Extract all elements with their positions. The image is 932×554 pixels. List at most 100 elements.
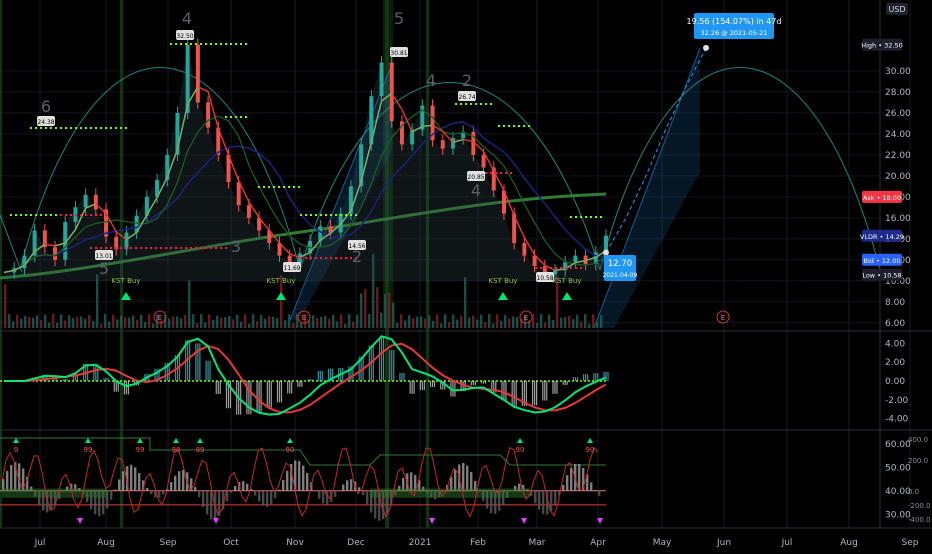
volume-bar <box>300 323 302 328</box>
volume-bar <box>240 322 242 328</box>
osc-histogram-bar <box>466 466 468 491</box>
macd-histogram-bar <box>207 361 208 381</box>
candle-body <box>573 256 577 262</box>
macd-histogram-bar <box>505 381 506 400</box>
osc-histogram-bar <box>590 482 592 490</box>
osc-histogram-bar <box>114 490 116 491</box>
macd-histogram-bar <box>287 381 288 393</box>
volume-bar <box>568 316 570 328</box>
candle-body <box>53 247 57 260</box>
osc-histogram-bar <box>174 476 176 491</box>
volume-bar <box>52 314 54 328</box>
volume-bar <box>28 317 30 328</box>
macd-histogram-bar <box>605 372 606 381</box>
macd-histogram-bar <box>481 381 482 384</box>
macd-histogram-bar <box>297 381 298 387</box>
volume-bar <box>72 318 74 328</box>
volume-bar <box>56 323 58 328</box>
osc-histogram-bar <box>410 472 412 490</box>
macd-histogram-bar <box>277 381 278 402</box>
macd-histogram-bar <box>218 381 219 394</box>
macd-y-tick: -2.00 <box>885 396 909 406</box>
macd-histogram-bar <box>195 343 196 381</box>
volume-bar <box>84 319 86 328</box>
osc-signal-label: 90 <box>516 446 525 454</box>
osc-histogram-bar <box>6 471 8 491</box>
chart-svg[interactable]: 999999099909090 JulAugSepOctNovDec2021Fe… <box>0 0 932 550</box>
x-tick-label: Feb <box>470 538 486 548</box>
macd-histogram-bar <box>473 381 474 385</box>
volume-bar <box>596 321 598 328</box>
chart-root[interactable]: 999999099909090 JulAugSepOctNovDec2021Fe… <box>0 0 932 550</box>
volume-bar <box>584 314 586 328</box>
osc-signal-label: 99 <box>136 446 145 454</box>
macd-histogram-bar <box>391 350 392 381</box>
candle-body <box>390 63 394 122</box>
volume-bar <box>20 319 22 328</box>
macd-histogram-bar <box>95 366 96 381</box>
volume-bar <box>424 319 426 328</box>
volume-bar <box>436 314 438 328</box>
volume-bar <box>340 314 342 328</box>
candle-body <box>441 140 445 148</box>
price-badge-text: VLDR • 14.29 <box>860 233 904 241</box>
macd-histogram-bar <box>587 374 588 381</box>
osc-histogram-bar <box>362 491 364 496</box>
macd-histogram-bar <box>267 381 268 408</box>
volume-bar <box>416 317 418 328</box>
candle-body <box>482 155 486 168</box>
volume-bar <box>268 316 270 328</box>
volume-bar <box>284 320 286 328</box>
volume-bar <box>192 314 194 328</box>
x-tick-label: Mar <box>529 538 546 548</box>
volume-bar <box>316 318 318 328</box>
osc-histogram-bar <box>230 491 232 493</box>
osc-histogram-bar <box>206 491 208 515</box>
volume-bar <box>324 316 326 328</box>
volume-bar <box>540 314 542 328</box>
osc-signal-label: 99 <box>196 446 205 454</box>
volume-bar <box>344 324 346 328</box>
volume-bar <box>588 324 590 328</box>
volume-bar <box>76 317 78 328</box>
volume-bar <box>276 318 278 328</box>
macd-histogram-bar <box>260 381 261 412</box>
macd-histogram-bar <box>583 374 584 381</box>
macd-histogram-bar <box>542 381 543 401</box>
macd-histogram-bar <box>126 381 127 394</box>
macd-histogram-bar <box>310 379 311 381</box>
volume-bar <box>356 315 358 328</box>
volume-bar <box>352 322 354 328</box>
volume-bar <box>260 315 262 328</box>
macd-histogram-bar <box>432 381 433 387</box>
volume-bar <box>432 321 434 328</box>
volume-bar <box>252 314 254 328</box>
swing-price-label: 20.85 <box>467 174 484 181</box>
candle-body <box>522 243 526 256</box>
macd-histogram-bar <box>503 381 504 400</box>
volume-bar <box>508 319 510 328</box>
volume-bar <box>484 322 486 328</box>
osc-histogram-bar <box>358 487 360 491</box>
swing-price-label: 26.74 <box>458 94 475 101</box>
volume-bar <box>32 318 34 328</box>
elliott-wave-number: 5 <box>394 9 404 28</box>
osc-histogram-bar <box>158 491 160 498</box>
earnings-marker-text: E <box>524 314 528 322</box>
macd-histogram-bar <box>422 381 423 390</box>
macd-histogram-bar <box>544 381 545 401</box>
osc-histogram-bar <box>594 490 596 491</box>
osc-histogram-bar <box>578 464 580 491</box>
macd-histogram-bar <box>105 378 106 381</box>
osc-histogram-bar <box>170 482 172 491</box>
y-tick-label: 28.00 <box>885 88 911 98</box>
volume-bar <box>376 287 378 328</box>
macd-histogram-bar <box>63 379 64 381</box>
volume-bar <box>500 321 502 328</box>
volume-bar <box>488 314 490 328</box>
earnings-marker-text: E <box>302 314 306 322</box>
macd-histogram-bar <box>189 340 190 381</box>
volume-bar <box>256 321 258 328</box>
elliott-wave-number: 5 <box>99 259 109 278</box>
macd-histogram-bar <box>320 371 321 381</box>
